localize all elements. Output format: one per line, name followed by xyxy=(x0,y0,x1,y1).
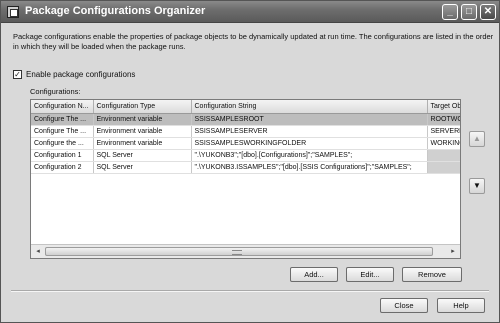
move-up-button[interactable]: ▲ xyxy=(469,131,485,147)
scroll-right-arrow-icon[interactable]: ▸ xyxy=(447,246,459,257)
cell-target: WORKING xyxy=(427,137,460,150)
cell-type: SQL Server xyxy=(93,149,192,162)
table-row[interactable]: Configure The ... Environment variable S… xyxy=(31,125,460,138)
cell-type: Environment variable xyxy=(93,137,192,150)
description-line-1: Package configurations enable the proper… xyxy=(13,32,494,41)
divider xyxy=(11,290,489,292)
cell-string: SSISSAMPLESERVER xyxy=(191,125,428,138)
scroll-left-arrow-icon[interactable]: ◂ xyxy=(32,246,44,257)
cell-string: ".\YUKONB3";"[dbo].[Configurations]";"SA… xyxy=(191,149,428,162)
cell-string: SSISSAMPLESWORKINGFOLDER xyxy=(191,137,428,150)
cell-name: Configure the ... xyxy=(31,137,94,150)
close-window-button[interactable]: ✕ xyxy=(480,4,496,20)
enable-configurations-row[interactable]: ✓ Enable package configurations xyxy=(13,69,135,80)
cell-target: ROOTWO xyxy=(427,113,460,126)
remove-button[interactable]: Remove xyxy=(402,267,462,282)
move-down-button[interactable]: ▼ xyxy=(469,178,485,194)
table-row[interactable]: Configuration 2 SQL Server ".\YUKONB3.IS… xyxy=(31,161,460,174)
cell-name: Configuration 2 xyxy=(31,161,94,174)
cell-target xyxy=(427,161,460,174)
cell-name: Configure The ... xyxy=(31,113,94,126)
cell-string: SSISSAMPLESROOT xyxy=(191,113,428,126)
enable-configurations-checkbox[interactable]: ✓ xyxy=(13,70,22,79)
cell-name: Configuration 1 xyxy=(31,149,94,162)
header-row: Configuration N... Configuration Type Co… xyxy=(31,100,460,114)
column-header-type[interactable]: Configuration Type xyxy=(93,100,192,114)
cell-target: SERVERNA xyxy=(427,125,460,138)
configurations-table: Configuration N... Configuration Type Co… xyxy=(31,100,460,174)
cell-name: Configure The ... xyxy=(31,125,94,138)
horizontal-scrollbar[interactable]: ◂ ▸ xyxy=(31,244,460,258)
package-configurations-dialog: Package Configurations Organizer _ □ ✕ P… xyxy=(0,0,500,323)
cell-type: Environment variable xyxy=(93,113,192,126)
minimize-button[interactable]: _ xyxy=(442,4,458,20)
cell-type: SQL Server xyxy=(93,161,192,174)
table-row[interactable]: Configure The ... Environment variable S… xyxy=(31,113,460,126)
cell-target xyxy=(427,149,460,162)
edit-button[interactable]: Edit... xyxy=(346,267,394,282)
maximize-button[interactable]: □ xyxy=(461,4,477,20)
add-button[interactable]: Add... xyxy=(290,267,338,282)
window-title: Package Configurations Organizer xyxy=(25,5,206,17)
column-header-string[interactable]: Configuration String xyxy=(191,100,428,114)
cell-string: ".\YUKONB3.ISSAMPLES";"[dbo].[SSIS Confi… xyxy=(191,161,428,174)
enable-configurations-label[interactable]: Enable package configurations xyxy=(26,70,135,79)
table-row[interactable]: Configure the ... Environment variable S… xyxy=(31,137,460,150)
description-line-2: in which they will be loaded when the pa… xyxy=(13,42,186,51)
column-header-name[interactable]: Configuration N... xyxy=(31,100,94,114)
grid-viewport: Configuration N... Configuration Type Co… xyxy=(31,100,460,244)
cell-type: Environment variable xyxy=(93,125,192,138)
configurations-grid[interactable]: Configuration N... Configuration Type Co… xyxy=(30,99,461,259)
column-header-target[interactable]: Target Ob xyxy=(427,100,460,114)
close-button[interactable]: Close xyxy=(380,298,428,313)
scrollbar-thumb[interactable] xyxy=(45,247,433,256)
table-row[interactable]: Configuration 1 SQL Server ".\YUKONB3";"… xyxy=(31,149,460,162)
window-icon xyxy=(7,6,19,18)
title-bar[interactable]: Package Configurations Organizer _ □ ✕ xyxy=(1,1,499,23)
help-button[interactable]: Help xyxy=(437,298,485,313)
configurations-label: Configurations: xyxy=(30,87,81,96)
